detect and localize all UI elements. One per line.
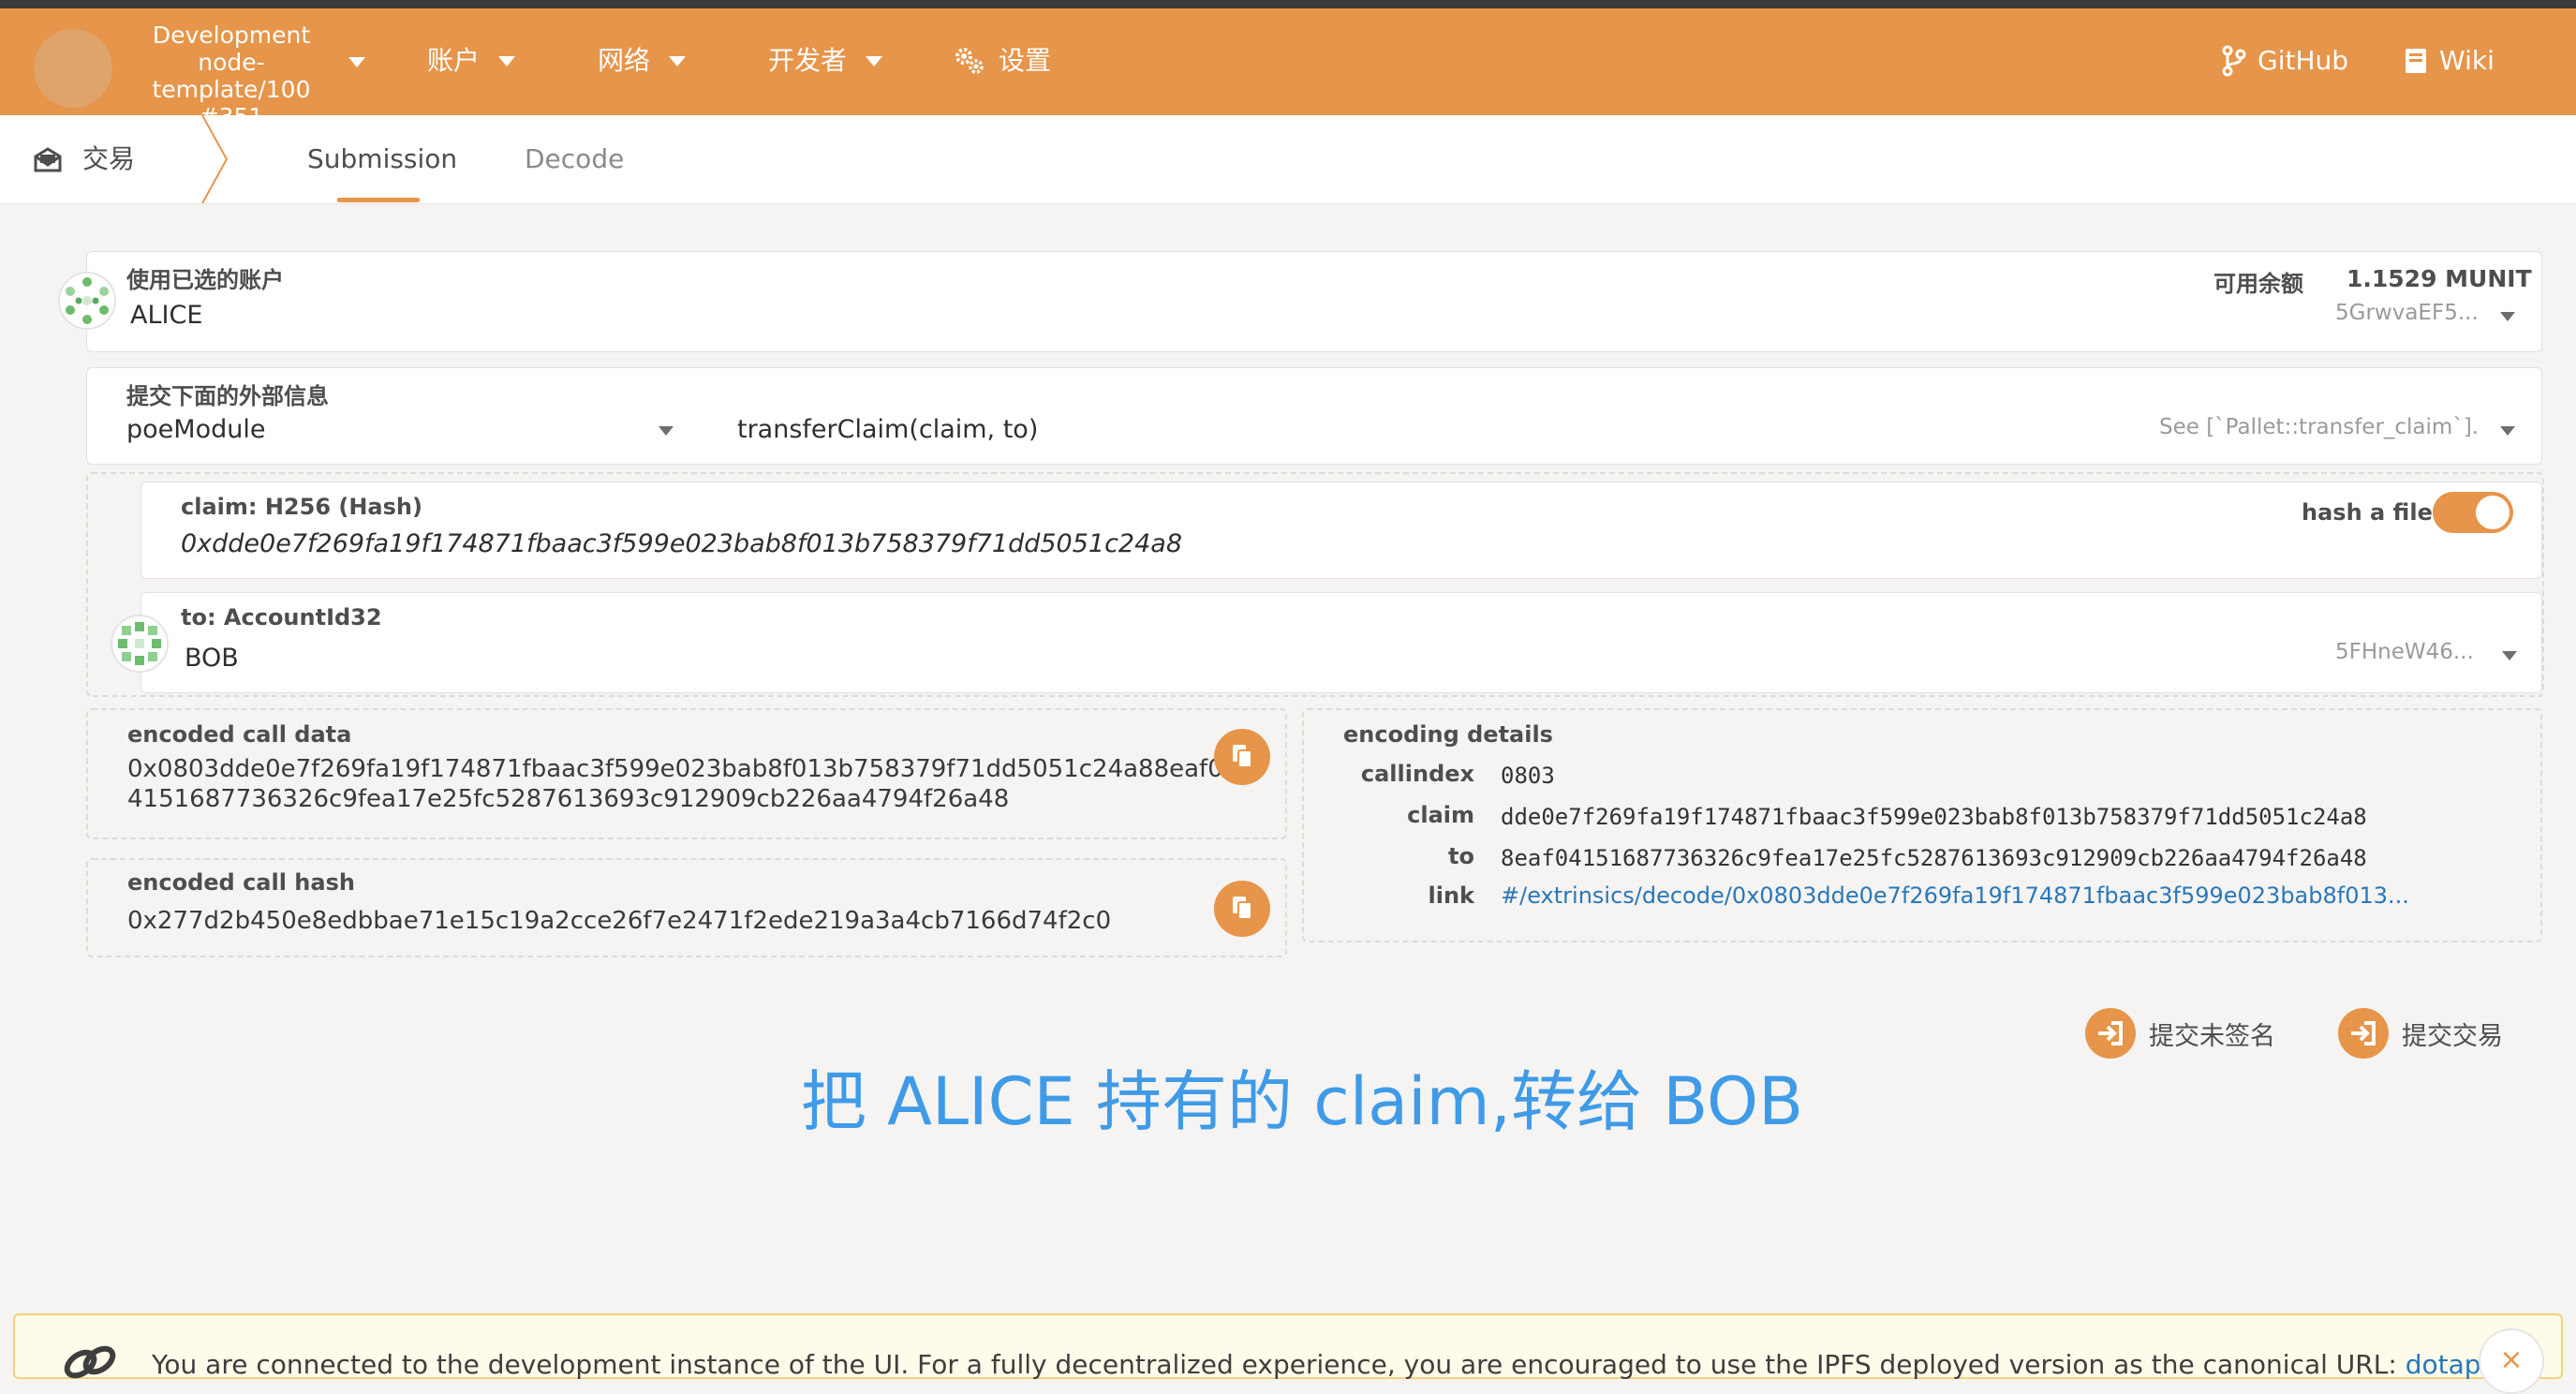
encoded-call-data-label: encoded call data: [127, 721, 352, 748]
menu-accounts-label: 账户: [427, 45, 481, 76]
callindex-value: 0803: [1501, 763, 1555, 789]
menu-settings-label: 设置: [999, 45, 1052, 76]
encoded-call-hash-label: encoded call hash: [127, 869, 355, 896]
menu-network-label: 网络: [598, 45, 651, 76]
callindex-key: callindex: [1360, 761, 1474, 787]
extrinsic-selector: 提交下面的外部信息 poeModule transferClaim(claim,…: [86, 367, 2542, 465]
encoded-call-hash-box: encoded call hash 0x277d2b450e8edbbae71e…: [86, 858, 1287, 957]
to-label: to: AccountId32: [181, 604, 382, 630]
claim-label: claim: H256 (Hash): [181, 494, 422, 520]
menu-settings[interactable]: 设置: [954, 44, 1051, 78]
menu-accounts[interactable]: 账户: [427, 44, 516, 78]
github-label: GitHub: [2258, 45, 2349, 76]
encoding-details-box: encoding details callindex 0803 claim dd…: [1302, 708, 2542, 942]
close-icon[interactable]: ×: [2479, 1328, 2544, 1394]
module-dropdown[interactable]: poeModule: [126, 415, 265, 444]
account-selector[interactable]: 使用已选的账户 ALICE 可用余额 1.1529 MUNIT 5GrwvaEF…: [86, 251, 2542, 352]
chain-logo[interactable]: [34, 29, 112, 108]
account-name: ALICE: [130, 301, 203, 330]
copy-call-data-button[interactable]: [1214, 729, 1270, 785]
decode-link[interactable]: #/extrinsics/decode/0x0803dde0e7f269fa19…: [1501, 882, 2409, 909]
claim-input[interactable]: 0xdde0e7f269fa19f174871fbaac3f599e023bab…: [181, 529, 1182, 558]
chevron-down-icon[interactable]: [348, 57, 365, 67]
encoded-call-data-line2: 4151687736326c9fea17e25fc5287613693c9129…: [127, 785, 1010, 813]
menu-developer-label: 开发者: [768, 45, 848, 76]
claim-key: claim: [1407, 802, 1474, 828]
balance-value: 1.1529 MUNIT: [2347, 265, 2532, 292]
breadcrumb-separator: [201, 115, 229, 203]
to-key: to: [1448, 843, 1474, 869]
balance-label: 可用余额: [2213, 271, 2303, 297]
menu-network[interactable]: 网络: [598, 44, 687, 78]
banner-text: You are connected to the development ins…: [152, 1349, 2406, 1380]
hash-file-label: hash a file: [2302, 499, 2433, 526]
link-icon: [64, 1345, 116, 1379]
top-navigation-bar: Development node-template/100 #351 账户 网络…: [0, 8, 2576, 130]
extrinsic-label: 提交下面的外部信息: [126, 383, 329, 409]
to-param[interactable]: to: AccountId32 BOB 5FHneW46...: [141, 592, 2542, 693]
submit-transaction-label: 提交交易: [2402, 1021, 2503, 1051]
chain-name: Development: [152, 22, 311, 49]
github-link[interactable]: GitHub: [2222, 44, 2348, 78]
account-address: 5GrwvaEF5...: [2335, 301, 2479, 325]
chevron-down-icon: [669, 55, 687, 67]
copy-icon: [1233, 897, 1252, 920]
chain-selector[interactable]: Development node-template/100 #351: [126, 22, 337, 130]
account-label: 使用已选的账户: [126, 267, 284, 293]
tab-root-label: 交易: [82, 143, 136, 174]
chevron-down-icon: [498, 55, 516, 67]
tab-bar: 交易 Submission Decode: [0, 115, 2576, 204]
copy-icon: [1233, 745, 1252, 768]
chevron-down-icon[interactable]: [2502, 651, 2517, 660]
hash-file-toggle[interactable]: [2433, 492, 2513, 533]
banner-message: You are connected to the development ins…: [152, 1349, 2543, 1380]
submit-unsigned-label: 提交未签名: [2149, 1021, 2275, 1051]
tab-decode[interactable]: Decode: [525, 143, 624, 175]
development-notice-banner: You are connected to the development ins…: [13, 1313, 2563, 1394]
to-address: 5FHneW46...: [2335, 640, 2474, 664]
tab-root: 交易: [34, 143, 135, 175]
active-tab-indicator: [337, 198, 420, 202]
copy-call-hash-button[interactable]: [1214, 881, 1270, 937]
to-identicon: [111, 615, 169, 673]
chevron-down-icon[interactable]: [659, 426, 674, 436]
tab-submission[interactable]: Submission: [307, 143, 457, 175]
gears-icon: [955, 48, 984, 74]
wiki-link[interactable]: Wiki: [2404, 44, 2495, 78]
runtime-version: node-template/100: [152, 49, 311, 103]
encoding-details-label: encoding details: [1343, 721, 1553, 748]
claim-param: claim: H256 (Hash) 0xdde0e7f269fa19f1748…: [141, 482, 2542, 579]
link-key: link: [1428, 882, 1475, 909]
account-identicon: [58, 272, 116, 330]
encoded-call-hash: 0x277d2b450e8edbbae71e15c19a2cce26f7e247…: [127, 907, 1112, 935]
envelope-open-icon: [34, 147, 62, 172]
chevron-down-icon[interactable]: [2500, 312, 2515, 321]
annotation-caption: 把 ALICE 持有的 claim,转给 BOB: [800, 1063, 1804, 1140]
chevron-down-icon: [866, 55, 883, 67]
book-icon: [2406, 49, 2426, 73]
wiki-label: Wiki: [2439, 45, 2495, 76]
encoded-call-data-line1: 0x0803dde0e7f269fa19f174871fbaac3f599e02…: [127, 755, 1223, 783]
to-account-name: BOB: [185, 644, 239, 673]
code-branch-icon: [2222, 45, 2246, 77]
to-encoded: 8eaf04151687736326c9fea17e25fc5287613693…: [1501, 845, 2367, 871]
claim-encoded: dde0e7f269fa19f174871fbaac3f599e023bab8f…: [1501, 804, 2367, 830]
chevron-down-icon[interactable]: [2500, 426, 2515, 436]
encoded-call-data-box: encoded call data 0x0803dde0e7f269fa19f1…: [86, 708, 1287, 839]
method-doc-hint: See [`Pallet::transfer_claim`].: [2159, 415, 2480, 439]
method-dropdown[interactable]: transferClaim(claim, to): [737, 415, 1038, 444]
window-top-edge: [0, 0, 2576, 8]
menu-developer[interactable]: 开发者: [768, 44, 883, 78]
